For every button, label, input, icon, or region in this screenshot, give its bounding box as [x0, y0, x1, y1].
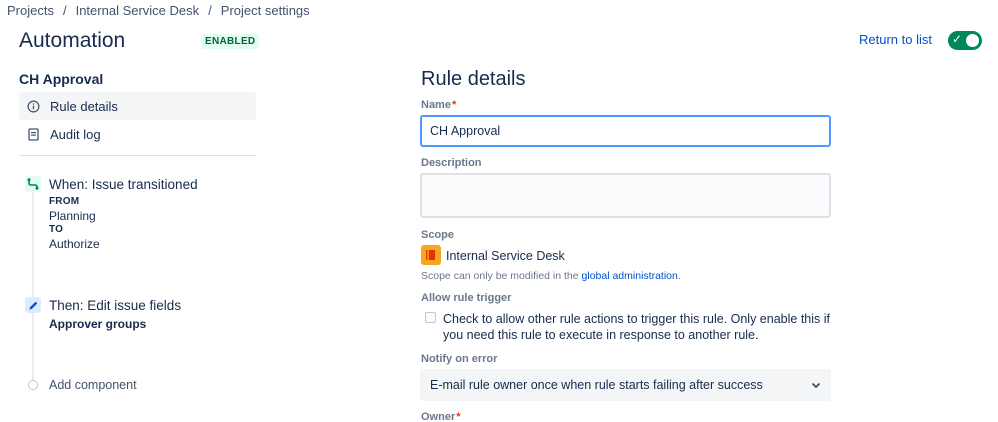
allow-rule-trigger-text: Check to allow other rule actions to tri…	[443, 312, 830, 342]
scope-project-name: Internal Service Desk	[446, 249, 565, 263]
owner-label-text: Owner	[421, 411, 456, 422]
scope-label: Scope	[421, 229, 455, 241]
trigger-from-value: Planning	[49, 209, 96, 223]
section-title: Rule details	[421, 68, 526, 90]
breadcrumb-projects[interactable]: Projects	[7, 3, 54, 18]
description-input[interactable]	[420, 173, 831, 218]
scope-note-end: .	[677, 270, 681, 282]
transition-icon	[25, 176, 41, 192]
scope-note-text: Scope can only be modified in the	[421, 270, 579, 282]
allow-rule-trigger-label: Allow rule trigger	[421, 292, 512, 304]
rule-enabled-toggle[interactable]: ✓	[948, 31, 982, 50]
breadcrumb: Projects / Internal Service Desk / Proje…	[7, 3, 310, 18]
owner-label: Owner*	[421, 411, 461, 422]
breadcrumb-internal-service-desk[interactable]: Internal Service Desk	[76, 3, 200, 18]
trigger-to-value: Authorize	[49, 237, 100, 251]
breadcrumb-separator: /	[62, 3, 67, 18]
toggle-knob	[966, 34, 979, 47]
sidebar-divider	[19, 155, 256, 156]
name-label-text: Name	[421, 99, 451, 111]
timeline-line	[32, 190, 34, 385]
add-component-dot	[28, 380, 38, 390]
document-icon	[26, 127, 40, 141]
allow-rule-trigger-checkbox[interactable]	[425, 312, 436, 323]
scope-note: Scope can only be modified in the global…	[421, 270, 681, 282]
return-to-list-link[interactable]: Return to list	[859, 32, 932, 47]
nav-item-label: Audit log	[50, 126, 101, 142]
description-label: Description	[421, 157, 482, 169]
notify-on-error-value: E-mail rule owner once when rule starts …	[430, 378, 763, 392]
global-administration-link[interactable]: global administration	[582, 270, 678, 282]
breadcrumb-separator: /	[208, 3, 212, 18]
check-icon: ✓	[952, 32, 963, 46]
name-label: Name*	[421, 99, 456, 111]
add-component-button[interactable]: Add component	[49, 378, 137, 392]
project-avatar-icon	[421, 245, 441, 265]
info-icon	[26, 99, 40, 113]
notify-on-error-select[interactable]: E-mail rule owner once when rule starts …	[420, 369, 831, 401]
nav-item-audit-log[interactable]: Audit log	[19, 120, 256, 148]
status-badge: ENABLED	[201, 34, 260, 49]
required-marker: *	[456, 411, 461, 422]
breadcrumb-project-settings[interactable]: Project settings	[221, 3, 310, 18]
trigger-to-label: TO	[49, 224, 64, 235]
trigger-step-title[interactable]: When: Issue transitioned	[49, 177, 198, 192]
action-step-detail: Approver groups	[49, 317, 147, 331]
required-marker: *	[451, 99, 457, 111]
nav-item-label: Rule details	[50, 98, 118, 114]
trigger-from-label: FROM	[49, 196, 80, 207]
rule-name-input[interactable]	[420, 115, 831, 147]
rule-name-heading: CH Approval	[19, 71, 104, 87]
action-step-title[interactable]: Then: Edit issue fields	[49, 298, 181, 313]
chevron-down-icon	[810, 379, 822, 394]
notify-on-error-label: Notify on error	[421, 353, 498, 365]
page-title: Automation	[19, 29, 126, 52]
nav-item-rule-details[interactable]: Rule details	[19, 92, 256, 120]
pencil-icon	[25, 297, 41, 313]
